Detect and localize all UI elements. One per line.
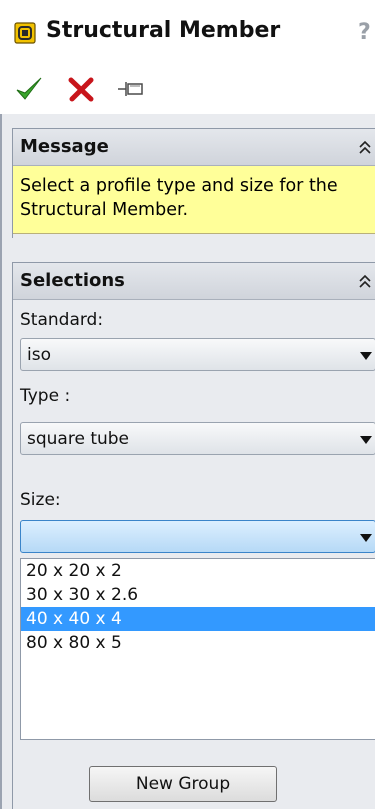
cancel-x-icon[interactable] — [66, 74, 96, 104]
size-options-list: 20 x 20 x 2 30 x 30 x 2.6 40 x 40 x 4 80… — [20, 558, 375, 740]
new-group-button[interactable]: New Group — [89, 766, 277, 802]
size-dropdown[interactable] — [20, 520, 375, 553]
panel-left-border — [0, 0, 2, 809]
help-icon[interactable]: ? — [358, 20, 371, 45]
size-option[interactable]: 20 x 20 x 2 — [21, 559, 375, 583]
standard-value: iso — [27, 345, 51, 365]
panel-title: Structural Member — [46, 18, 281, 43]
message-group: Message Select a profile type and size f… — [12, 128, 375, 238]
size-label: Size: — [20, 490, 61, 510]
type-label: Type : — [20, 386, 71, 406]
pushpin-icon[interactable] — [116, 74, 146, 104]
title-row: Structural Member ? — [0, 0, 375, 64]
message-title: Message — [20, 136, 109, 157]
selections-header[interactable]: Selections — [13, 262, 375, 300]
standard-label: Standard: — [20, 310, 104, 330]
collapse-chevron-icon[interactable] — [358, 273, 372, 289]
type-dropdown[interactable]: square tube — [20, 422, 375, 455]
size-option[interactable]: 80 x 80 x 5 — [21, 631, 375, 655]
standard-dropdown[interactable]: iso — [20, 338, 375, 371]
message-text: Select a profile type and size for the S… — [13, 166, 375, 234]
ok-checkmark-icon[interactable] — [14, 74, 44, 104]
size-option[interactable]: 30 x 30 x 2.6 — [21, 583, 375, 607]
dropdown-arrow-icon — [360, 436, 372, 444]
selections-group: Selections Standard: iso Type : square t… — [12, 262, 375, 809]
size-option-highlighted[interactable]: 40 x 40 x 4 — [21, 607, 375, 631]
dropdown-arrow-icon — [360, 534, 372, 542]
selections-title: Selections — [20, 270, 125, 291]
message-header[interactable]: Message — [13, 128, 375, 166]
property-manager-panel: Structural Member ? Message Select a pro… — [0, 0, 375, 809]
action-toolbar — [0, 64, 375, 114]
structural-member-icon — [14, 22, 36, 44]
type-value: square tube — [27, 429, 130, 449]
dropdown-arrow-icon — [360, 352, 372, 360]
collapse-chevron-icon[interactable] — [358, 139, 372, 155]
